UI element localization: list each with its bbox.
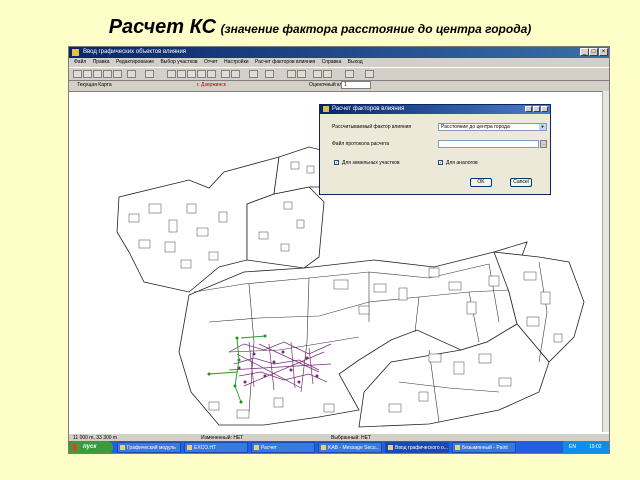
tool-zoom-in-icon[interactable] [93, 70, 102, 78]
browse-button[interactable]: … [540, 140, 547, 148]
tool-info-icon[interactable] [231, 70, 240, 78]
menu-item-editing[interactable]: Редактирование [116, 59, 154, 65]
checkbox-analogs[interactable]: ✓ [438, 160, 443, 165]
dialog-titlebar[interactable]: Расчет факторов влияния [320, 105, 550, 114]
tool-globe-icon[interactable] [145, 70, 154, 78]
dialog-title: Расчет факторов влияния [332, 106, 405, 112]
maximize-button[interactable]: □ [589, 48, 598, 56]
task-icon [254, 445, 259, 450]
start-button[interactable]: пуск [69, 441, 113, 453]
tool-calc-icon[interactable] [345, 70, 354, 78]
dialog-close-button[interactable] [541, 106, 548, 112]
task-label: Графический модуль [127, 445, 176, 451]
app-icon [72, 49, 79, 56]
menubar: Файл Правка Редактирование Выбор участко… [69, 58, 609, 67]
menu-item-edit[interactable]: Правка [93, 59, 110, 65]
system-tray: EN 19:02 [563, 441, 609, 453]
protocol-file-input[interactable] [438, 140, 539, 148]
tool-delete-icon[interactable] [207, 70, 216, 78]
taskbar-task[interactable]: Безымянный - Paint [452, 442, 516, 453]
task-label: Безымянный - Paint [462, 445, 508, 451]
menu-item-file[interactable]: Файл [74, 59, 86, 65]
task-label: Ввод графического о... [395, 445, 448, 451]
checkbox-analogs-label: Для аналогов [446, 160, 478, 166]
windows-logo-icon [73, 444, 80, 451]
factor-select-value: Расстояние до центра города [441, 124, 510, 130]
tool-measure-icon[interactable] [221, 70, 230, 78]
tool-pan-icon[interactable] [83, 70, 92, 78]
checkbox-land-parcels[interactable]: ✓ [334, 160, 339, 165]
factor-select[interactable]: Расстояние до центра города ▼ [438, 123, 547, 131]
tray-language[interactable]: EN [569, 441, 576, 453]
tool-edit-icon[interactable] [197, 70, 206, 78]
current-map-value: г. Дзержинск [197, 82, 226, 88]
map-vertical-scrollbar[interactable] [602, 91, 609, 432]
tool-print-icon[interactable] [265, 70, 274, 78]
task-label: Расчет [261, 445, 277, 451]
menu-item-report[interactable]: Отчет [204, 59, 218, 65]
class-select[interactable]: 1 [341, 81, 371, 89]
taskbar-task[interactable]: EXCO.HT [184, 442, 248, 453]
dialog-app-icon [323, 106, 329, 112]
tool-split-icon[interactable] [323, 70, 332, 78]
tool-point-icon[interactable] [187, 70, 196, 78]
dialog-maximize-button[interactable] [533, 106, 540, 112]
checkbox-land-parcels-label: Для земельных участков [342, 160, 400, 166]
task-label: EXCO.HT [194, 445, 217, 451]
tool-merge-icon[interactable] [313, 70, 322, 78]
task-label: KAB - Message Secu... [328, 445, 380, 451]
taskbar-task[interactable]: Ввод графического о... [385, 442, 449, 453]
slide-title-subtitle: (значение фактора расстояние до центра г… [220, 22, 532, 36]
factor-label: Рассчитываемый фактор влияния [332, 124, 412, 130]
task-icon [321, 445, 326, 450]
tool-polygon-icon[interactable] [167, 70, 176, 78]
menu-item-help[interactable]: Справка [322, 59, 342, 65]
cancel-button[interactable]: Cancel [510, 178, 532, 187]
close-button[interactable]: × [599, 48, 608, 56]
taskbar-task[interactable]: Расчет [251, 442, 315, 453]
menu-item-factor-calc[interactable]: Расчет факторов влияния [255, 59, 315, 65]
task-icon [187, 445, 192, 450]
factor-calc-dialog: Расчет факторов влияния Рассчитываемый ф… [319, 104, 551, 195]
start-button-label: пуск [83, 444, 97, 450]
app-window: Ввод графических объектов влияния _ □ × … [68, 46, 610, 454]
tool-help-icon[interactable] [365, 70, 374, 78]
task-icon [388, 445, 393, 450]
taskbar-task[interactable]: KAB - Message Secu... [318, 442, 382, 453]
slide-title: Расчет КС (значение фактора расстояние д… [0, 16, 640, 39]
chevron-down-icon[interactable]: ▼ [539, 124, 546, 130]
tool-layers-icon[interactable] [127, 70, 136, 78]
toolbar [69, 67, 609, 81]
tool-move-icon[interactable] [287, 70, 296, 78]
tool-refresh-icon[interactable] [249, 70, 258, 78]
taskbar: пуск Графический модуль EXCO.HT Расчет K… [69, 441, 609, 453]
menu-item-select-parcels[interactable]: Выбор участков [160, 59, 197, 65]
dialog-minimize-button[interactable] [525, 106, 532, 112]
tool-line-icon[interactable] [177, 70, 186, 78]
task-icon [455, 445, 460, 450]
menu-item-settings[interactable]: Настройки [224, 59, 249, 65]
tool-rotate-icon[interactable] [297, 70, 306, 78]
ok-button[interactable]: OK [470, 178, 492, 187]
current-map-label: Текущая Карта [77, 82, 112, 88]
tool-select-icon[interactable] [73, 70, 82, 78]
protocol-file-label: Файл протокола расчета [332, 141, 390, 147]
window-titlebar[interactable]: Ввод графических объектов влияния _ □ × [69, 47, 609, 58]
window-title: Ввод графических объектов влияния [83, 49, 187, 55]
tray-clock: 19:02 [589, 444, 602, 450]
slide-title-main: Расчет КС [108, 16, 217, 38]
menu-item-exit[interactable]: Выход [348, 59, 363, 65]
taskbar-task[interactable]: Графический модуль [117, 442, 181, 453]
minimize-button[interactable]: _ [580, 48, 589, 56]
info-bar: Текущая Карта г. Дзержинск Оценочный кла… [69, 80, 609, 90]
tool-zoom-out-icon[interactable] [103, 70, 112, 78]
task-icon [120, 445, 125, 450]
tool-grid-icon[interactable] [113, 70, 122, 78]
